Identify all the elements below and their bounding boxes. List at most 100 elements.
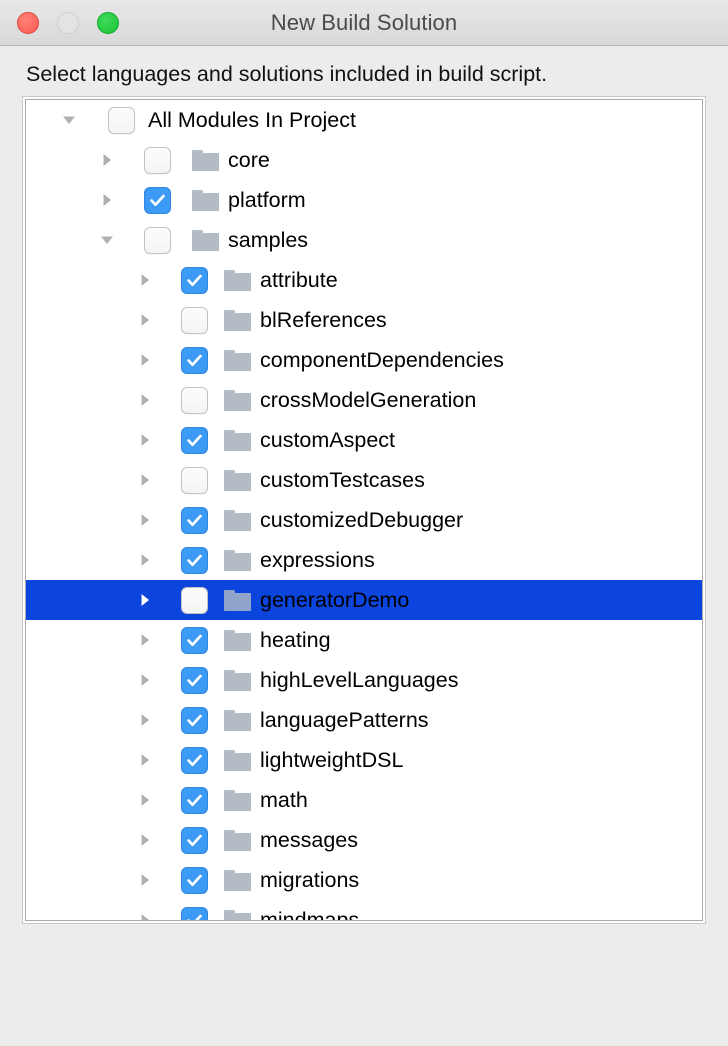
tree-row-label: highLevelLanguages — [260, 660, 458, 700]
dialog-content: Select languages and solutions included … — [0, 46, 728, 968]
tree-row-label: customTestcases — [260, 460, 425, 500]
tree-row-checkbox[interactable] — [144, 187, 171, 214]
folder-icon — [224, 830, 251, 851]
tree-row-checkbox[interactable] — [144, 227, 171, 254]
tree-row[interactable]: customTestcases — [26, 460, 702, 500]
tree-row[interactable]: crossModelGeneration — [26, 380, 702, 420]
tree-row[interactable]: platform — [26, 180, 702, 220]
chevron-right-icon[interactable] — [136, 351, 154, 369]
chevron-right-icon[interactable] — [136, 671, 154, 689]
chevron-right-icon[interactable] — [136, 711, 154, 729]
chevron-right-icon[interactable] — [136, 591, 154, 609]
tree-row[interactable]: messages — [26, 820, 702, 860]
check-icon — [182, 748, 207, 773]
close-button[interactable] — [17, 12, 39, 34]
tree-row-checkbox[interactable] — [181, 427, 208, 454]
folder-icon — [224, 670, 251, 691]
folder-icon — [224, 550, 251, 571]
chevron-down-icon[interactable] — [98, 231, 116, 249]
tree-row[interactable]: componentDependencies — [26, 340, 702, 380]
tree-row-checkbox[interactable] — [144, 147, 171, 174]
chevron-right-icon[interactable] — [136, 631, 154, 649]
tree-row[interactable]: attribute — [26, 260, 702, 300]
tree-row-checkbox[interactable] — [181, 507, 208, 534]
tree-row[interactable]: core — [26, 140, 702, 180]
window-titlebar: New Build Solution — [0, 0, 728, 46]
chevron-right-icon[interactable] — [136, 911, 154, 921]
chevron-right-icon[interactable] — [136, 391, 154, 409]
folder-icon — [224, 630, 251, 651]
module-tree-scrollpane[interactable]: All Modules In Projectcoreplatformsample… — [22, 96, 706, 924]
chevron-right-icon[interactable] — [136, 271, 154, 289]
tree-row-checkbox[interactable] — [181, 547, 208, 574]
tree-row-checkbox[interactable] — [181, 707, 208, 734]
tree-row-label: generatorDemo — [260, 580, 409, 620]
folder-icon — [224, 350, 251, 371]
tree-row-label: samples — [228, 220, 308, 260]
minimize-button[interactable] — [57, 12, 79, 34]
chevron-right-icon[interactable] — [98, 151, 116, 169]
tree-row-checkbox[interactable] — [181, 307, 208, 334]
tree-row[interactable]: expressions — [26, 540, 702, 580]
folder-icon — [224, 590, 251, 611]
tree-row-checkbox[interactable] — [181, 867, 208, 894]
check-icon — [182, 788, 207, 813]
check-icon — [182, 508, 207, 533]
chevron-right-icon[interactable] — [136, 511, 154, 529]
folder-icon — [224, 750, 251, 771]
tree-row-label: blReferences — [260, 300, 387, 340]
tree-row[interactable]: lightweightDSL — [26, 740, 702, 780]
check-icon — [182, 668, 207, 693]
tree-row-label: platform — [228, 180, 306, 220]
folder-icon — [224, 310, 251, 331]
tree-row-label: heating — [260, 620, 331, 660]
folder-icon — [224, 270, 251, 291]
tree-row[interactable]: highLevelLanguages — [26, 660, 702, 700]
tree-row[interactable]: generatorDemo — [26, 580, 702, 620]
tree-row-label: All Modules In Project — [148, 100, 356, 140]
tree-row-checkbox[interactable] — [181, 387, 208, 414]
tree-row[interactable]: languagePatterns — [26, 700, 702, 740]
tree-row[interactable]: mindmaps — [26, 900, 702, 921]
tree-row-checkbox[interactable] — [181, 467, 208, 494]
folder-icon — [224, 470, 251, 491]
chevron-right-icon[interactable] — [136, 431, 154, 449]
tree-row[interactable]: All Modules In Project — [26, 100, 702, 140]
tree-row-checkbox[interactable] — [181, 827, 208, 854]
tree-row-checkbox[interactable] — [181, 587, 208, 614]
tree-row[interactable]: samples — [26, 220, 702, 260]
chevron-right-icon[interactable] — [136, 311, 154, 329]
chevron-right-icon[interactable] — [136, 831, 154, 849]
tree-row-checkbox[interactable] — [181, 267, 208, 294]
tree-row-checkbox[interactable] — [108, 107, 135, 134]
chevron-right-icon[interactable] — [136, 471, 154, 489]
folder-icon — [224, 710, 251, 731]
tree-row[interactable]: customizedDebugger — [26, 500, 702, 540]
tree-row-checkbox[interactable] — [181, 347, 208, 374]
chevron-right-icon[interactable] — [136, 751, 154, 769]
tree-row-checkbox[interactable] — [181, 787, 208, 814]
chevron-down-icon[interactable] — [60, 111, 78, 129]
tree-row[interactable]: customAspect — [26, 420, 702, 460]
check-icon — [182, 708, 207, 733]
module-tree[interactable]: All Modules In Projectcoreplatformsample… — [26, 100, 702, 921]
tree-row[interactable]: heating — [26, 620, 702, 660]
chevron-right-icon[interactable] — [136, 871, 154, 889]
tree-row[interactable]: math — [26, 780, 702, 820]
tree-row[interactable]: blReferences — [26, 300, 702, 340]
tree-row-checkbox[interactable] — [181, 627, 208, 654]
chevron-right-icon[interactable] — [136, 791, 154, 809]
tree-row-checkbox[interactable] — [181, 667, 208, 694]
check-icon — [182, 548, 207, 573]
prompt-text: Select languages and solutions included … — [0, 46, 728, 96]
check-icon — [182, 348, 207, 373]
folder-icon — [224, 430, 251, 451]
maximize-button[interactable] — [97, 12, 119, 34]
tree-row-checkbox[interactable] — [181, 747, 208, 774]
tree-row-checkbox[interactable] — [181, 907, 208, 922]
chevron-right-icon[interactable] — [136, 551, 154, 569]
chevron-right-icon[interactable] — [98, 191, 116, 209]
tree-row[interactable]: migrations — [26, 860, 702, 900]
tree-row-label: componentDependencies — [260, 340, 504, 380]
folder-icon — [224, 790, 251, 811]
